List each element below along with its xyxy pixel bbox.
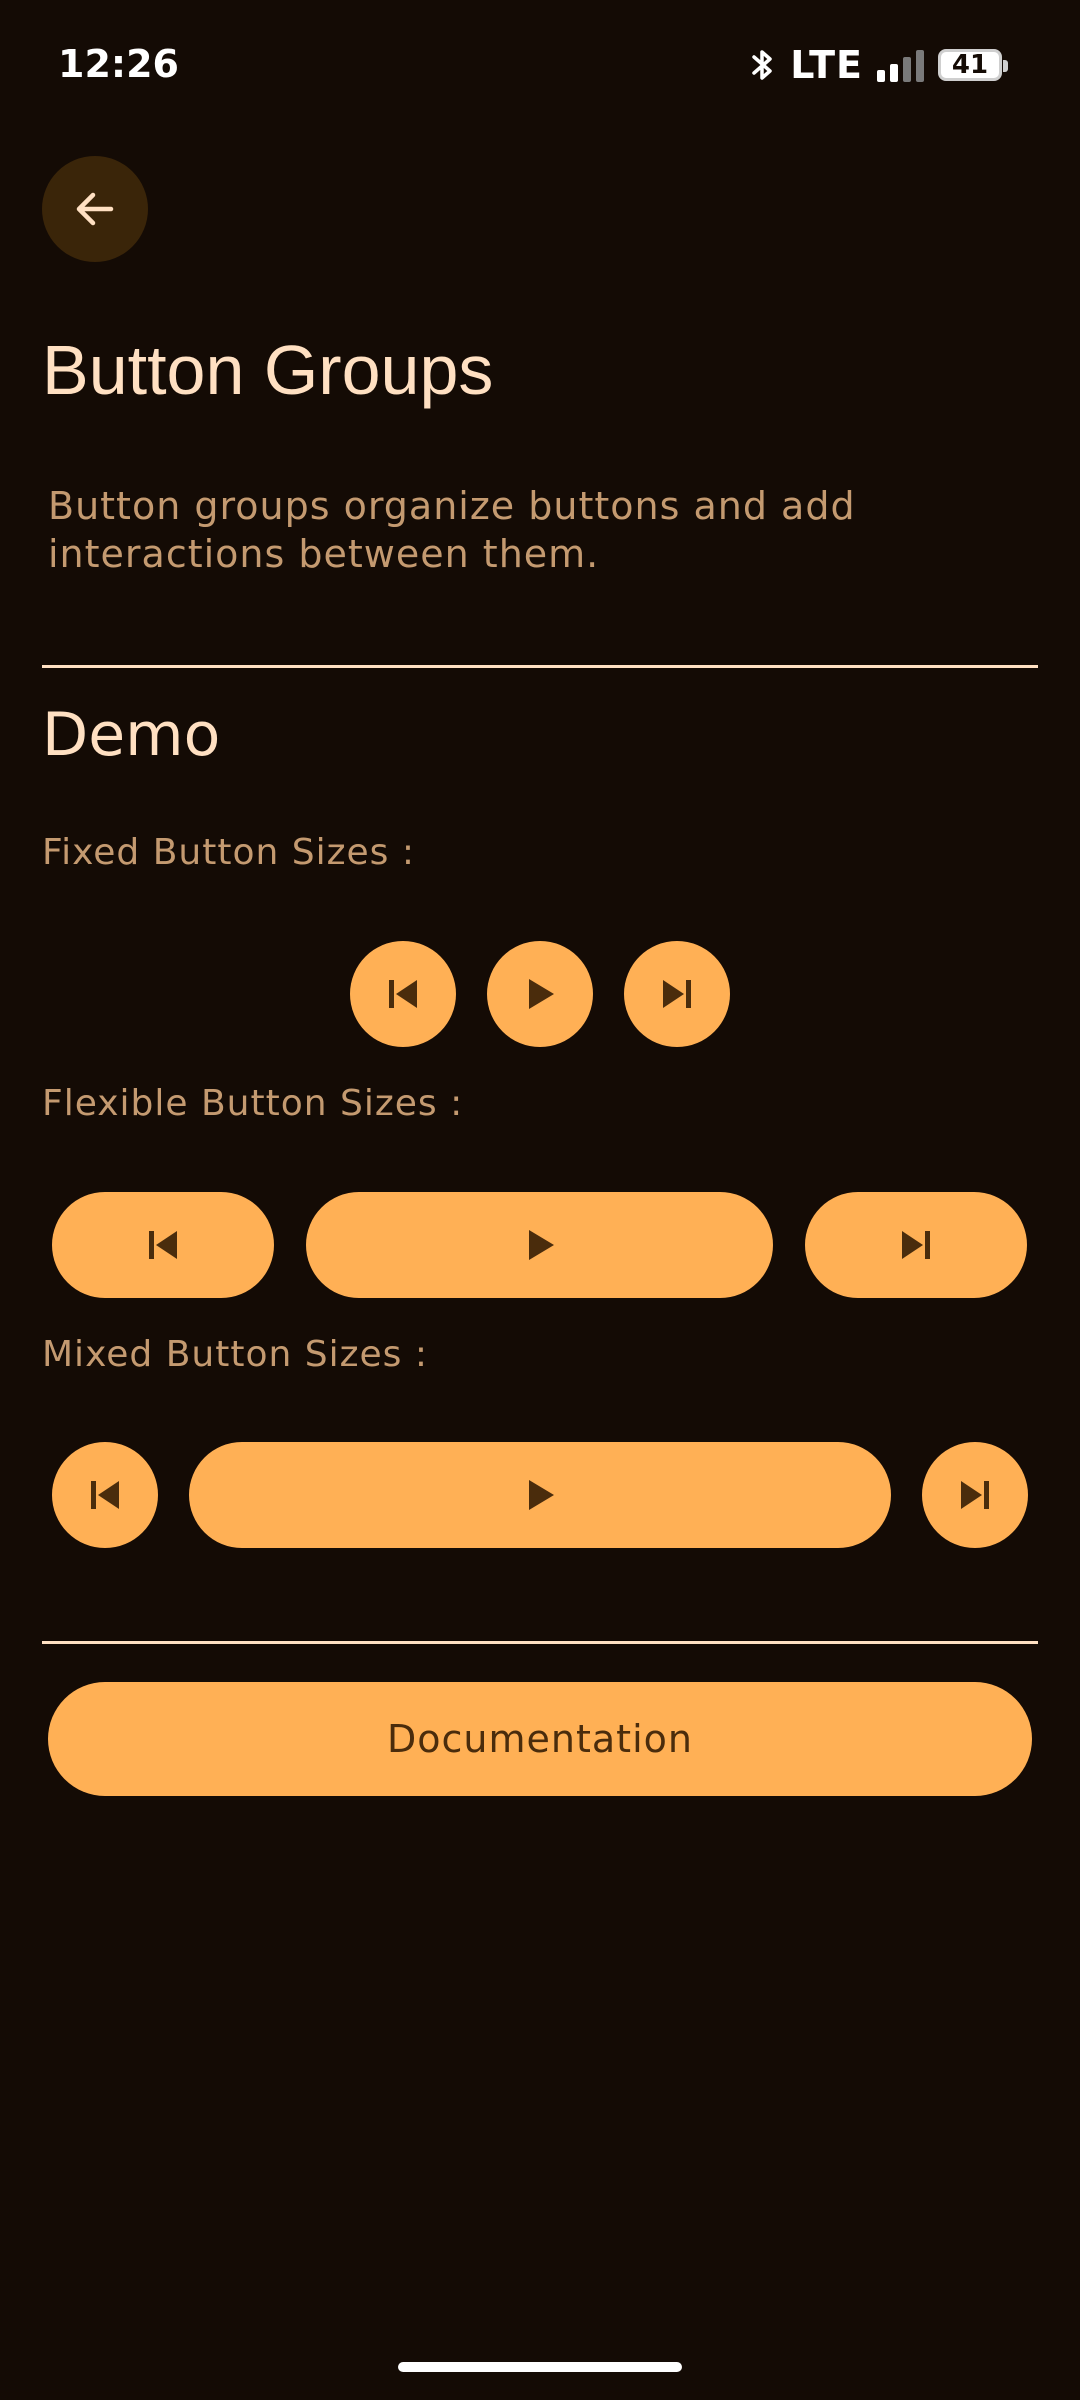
back-button[interactable]	[42, 156, 148, 262]
fixed-sizes-label: Fixed Button Sizes :	[42, 832, 415, 873]
skip-previous-icon	[145, 1227, 181, 1263]
skip-previous-icon	[87, 1477, 123, 1513]
skip-previous-icon	[385, 976, 421, 1012]
battery-icon: 41	[938, 49, 1008, 81]
flexible-previous-button[interactable]	[52, 1192, 274, 1298]
fixed-previous-button[interactable]	[350, 941, 456, 1047]
play-icon	[522, 1227, 558, 1263]
signal-icon	[877, 48, 924, 82]
divider-bottom	[42, 1641, 1038, 1644]
status-time: 12:26	[58, 42, 179, 86]
play-icon	[522, 976, 558, 1012]
fixed-next-button[interactable]	[624, 941, 730, 1047]
arrow-back-icon	[71, 185, 119, 233]
page-title: Button Groups	[42, 331, 494, 409]
play-icon	[522, 1477, 558, 1513]
documentation-button[interactable]: Documentation	[48, 1682, 1032, 1796]
skip-next-icon	[659, 976, 695, 1012]
mixed-play-button[interactable]	[189, 1442, 891, 1548]
mixed-next-button[interactable]	[922, 1442, 1028, 1548]
status-bar: 12:26 LTE 41	[0, 0, 1080, 130]
divider-top	[42, 665, 1038, 668]
skip-next-icon	[957, 1477, 993, 1513]
mixed-sizes-label: Mixed Button Sizes :	[42, 1334, 428, 1375]
mixed-previous-button[interactable]	[52, 1442, 158, 1548]
section-title-demo: Demo	[42, 700, 221, 770]
battery-level: 41	[951, 50, 989, 80]
flexible-play-button[interactable]	[306, 1192, 773, 1298]
flexible-sizes-label: Flexible Button Sizes :	[42, 1083, 464, 1124]
home-indicator[interactable]	[398, 2362, 682, 2372]
network-type: LTE	[790, 43, 863, 87]
bluetooth-icon	[750, 47, 776, 83]
skip-next-icon	[898, 1227, 934, 1263]
status-icons: LTE 41	[750, 43, 1008, 87]
fixed-play-button[interactable]	[487, 941, 593, 1047]
page-description: Button groups organize buttons and add i…	[48, 484, 856, 576]
flexible-next-button[interactable]	[805, 1192, 1027, 1298]
